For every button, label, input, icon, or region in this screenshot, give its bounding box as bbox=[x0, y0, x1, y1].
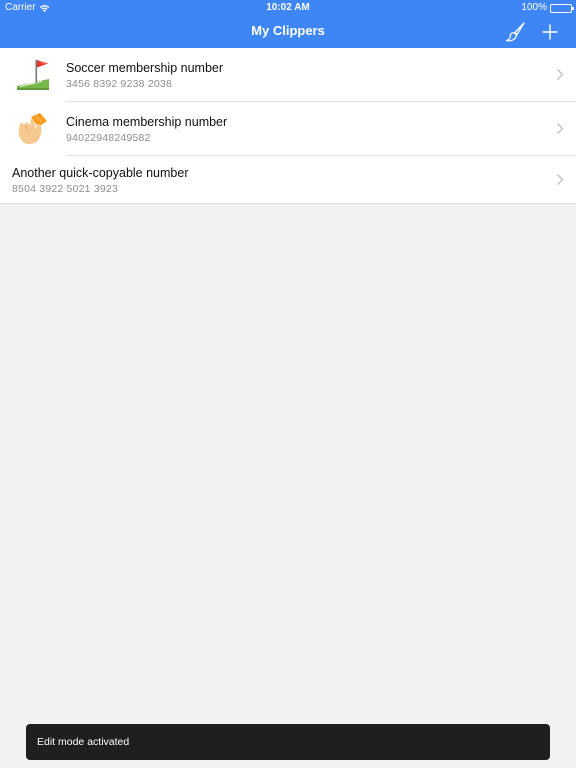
plus-icon bbox=[542, 24, 558, 40]
list-item-title: Another quick-copyable number bbox=[12, 166, 189, 180]
list-item[interactable]: Cinema membership number 94022948249582 bbox=[0, 102, 576, 156]
edit-brush-button[interactable] bbox=[503, 20, 527, 44]
list-item[interactable]: Another quick-copyable number 8504 3922 … bbox=[0, 156, 576, 203]
toast-message: Edit mode activated bbox=[37, 736, 130, 748]
status-right: 100% bbox=[521, 0, 574, 16]
list-item-title: Soccer membership number bbox=[66, 61, 224, 75]
battery-percent: 100% bbox=[521, 2, 547, 13]
status-time: 10:02 AM bbox=[266, 2, 310, 13]
list-item-value: 8504 3922 5021 3923 bbox=[12, 183, 118, 195]
list-item-text: Another quick-copyable number 8504 3922 … bbox=[12, 165, 536, 196]
toast-notification: Edit mode activated bbox=[26, 724, 550, 760]
chevron-right-icon bbox=[556, 68, 564, 81]
chevron-right-icon bbox=[556, 173, 564, 186]
add-button[interactable] bbox=[538, 20, 562, 44]
ticket-hand-icon bbox=[18, 113, 47, 145]
chevron-right-icon bbox=[556, 122, 564, 135]
status-bar: Carrier 10:02 AM 100% bbox=[0, 0, 576, 16]
brush-icon bbox=[505, 22, 525, 42]
list-item-text: Cinema membership number 94022948249582 bbox=[66, 114, 536, 145]
navigation-header: Carrier 10:02 AM 100% My Clippers bbox=[0, 0, 576, 48]
battery-icon bbox=[550, 3, 574, 13]
list-item-value: 94022948249582 bbox=[66, 132, 151, 144]
list-item[interactable]: Soccer membership number 3456 8392 9238 … bbox=[0, 48, 576, 102]
list-item-title: Cinema membership number bbox=[66, 115, 228, 129]
list-item-value: 3456 8392 9238 2038 bbox=[66, 78, 172, 90]
list-item-text: Soccer membership number 3456 8392 9238 … bbox=[66, 60, 536, 91]
page-title: My Clippers bbox=[251, 23, 325, 38]
soccer-field-flag-icon bbox=[17, 60, 49, 90]
clips-list: Soccer membership number 3456 8392 9238 … bbox=[0, 48, 576, 204]
